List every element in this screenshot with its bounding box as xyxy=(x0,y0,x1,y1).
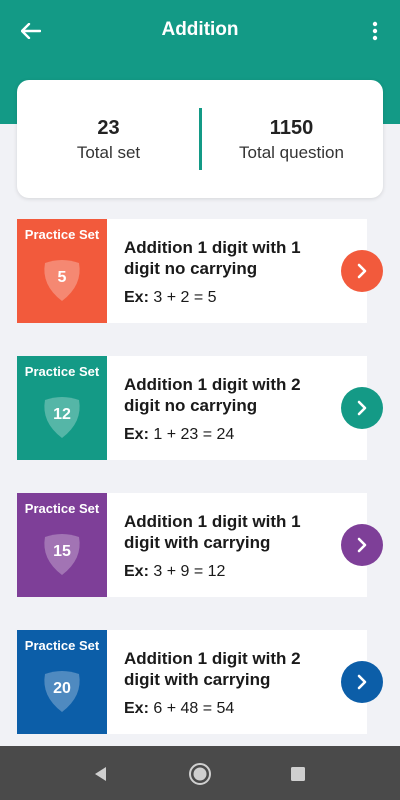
stats-card: 23 Total set 1150 Total question xyxy=(17,80,383,198)
example-label: Ex: xyxy=(124,289,149,306)
practice-set-card[interactable]: Practice Set 5 Addition 1 digit with 1 d… xyxy=(17,219,367,323)
practice-set-example: Ex: 1 + 23 = 24 xyxy=(124,426,234,444)
practice-set-badge: Practice Set 20 xyxy=(17,630,107,734)
practice-set-example: Ex: 3 + 9 = 12 xyxy=(124,563,225,581)
total-set-stat: 23 Total set xyxy=(17,116,200,166)
practice-set-card[interactable]: Practice Set 12 Addition 1 digit with 2 … xyxy=(17,356,367,460)
open-set-button[interactable] xyxy=(341,387,383,429)
total-question-value: 1150 xyxy=(269,117,314,139)
practice-set-count: 20 xyxy=(53,680,71,697)
chevron-right-icon xyxy=(357,674,367,690)
example-label: Ex: xyxy=(124,426,149,443)
example-text: 3 + 9 = 12 xyxy=(153,563,226,580)
total-set-value: 23 xyxy=(97,117,120,139)
total-set-label: Total set xyxy=(76,143,141,162)
practice-set-count: 5 xyxy=(57,269,67,286)
nav-back-button[interactable] xyxy=(88,762,112,786)
practice-set-badge-label: Practice Set xyxy=(24,227,100,242)
practice-set-title: Addition 1 digit with 2 digit no carryin… xyxy=(124,375,301,415)
practice-set-title: Addition 1 digit with 2 digit with carry… xyxy=(124,649,301,689)
example-text: 3 + 2 = 5 xyxy=(153,289,217,306)
nav-recents-button[interactable] xyxy=(286,762,310,786)
open-set-button[interactable] xyxy=(341,250,383,292)
open-set-button[interactable] xyxy=(341,524,383,566)
nav-home-circle-icon xyxy=(189,763,211,785)
chevron-right-icon xyxy=(357,537,367,553)
practice-set-example: Ex: 3 + 2 = 5 xyxy=(124,289,217,307)
total-question-stat: 1150 Total question xyxy=(200,116,383,166)
example-label: Ex: xyxy=(124,700,149,717)
page-title: Addition xyxy=(161,19,239,40)
chevron-right-icon xyxy=(357,263,367,279)
practice-set-example: Ex: 6 + 48 = 54 xyxy=(124,700,234,718)
total-question-label: Total question xyxy=(239,143,344,162)
example-text: 1 + 23 = 24 xyxy=(153,426,235,443)
more-options-button[interactable] xyxy=(360,16,390,46)
more-vert-icon xyxy=(372,21,378,41)
back-button[interactable] xyxy=(16,16,46,46)
system-nav-bar xyxy=(0,746,400,800)
practice-set-count: 12 xyxy=(53,406,71,423)
practice-set-title: Addition 1 digit with 1 digit no carryin… xyxy=(124,238,301,278)
nav-home-button[interactable] xyxy=(188,762,212,786)
practice-set-badge-label: Practice Set xyxy=(24,501,100,516)
practice-set-badge-label: Practice Set xyxy=(24,638,100,653)
example-text: 6 + 48 = 54 xyxy=(153,700,235,717)
app-bar: Addition xyxy=(0,0,400,60)
arrow-left-icon xyxy=(21,23,41,39)
practice-set-badge: Practice Set 5 xyxy=(17,219,107,323)
example-label: Ex: xyxy=(124,563,149,580)
practice-set-badge: Practice Set 12 xyxy=(17,356,107,460)
practice-set-badge: Practice Set 15 xyxy=(17,493,107,597)
practice-set-title: Addition 1 digit with 1 digit with carry… xyxy=(124,512,301,552)
nav-back-triangle-icon xyxy=(95,767,106,781)
practice-set-count: 15 xyxy=(53,543,71,560)
nav-recents-square-icon xyxy=(291,767,305,781)
practice-set-card[interactable]: Practice Set 20 Addition 1 digit with 2 … xyxy=(17,630,367,734)
practice-set-badge-label: Practice Set xyxy=(24,364,100,379)
practice-set-card[interactable]: Practice Set 15 Addition 1 digit with 1 … xyxy=(17,493,367,597)
chevron-right-icon xyxy=(357,400,367,416)
open-set-button[interactable] xyxy=(341,661,383,703)
